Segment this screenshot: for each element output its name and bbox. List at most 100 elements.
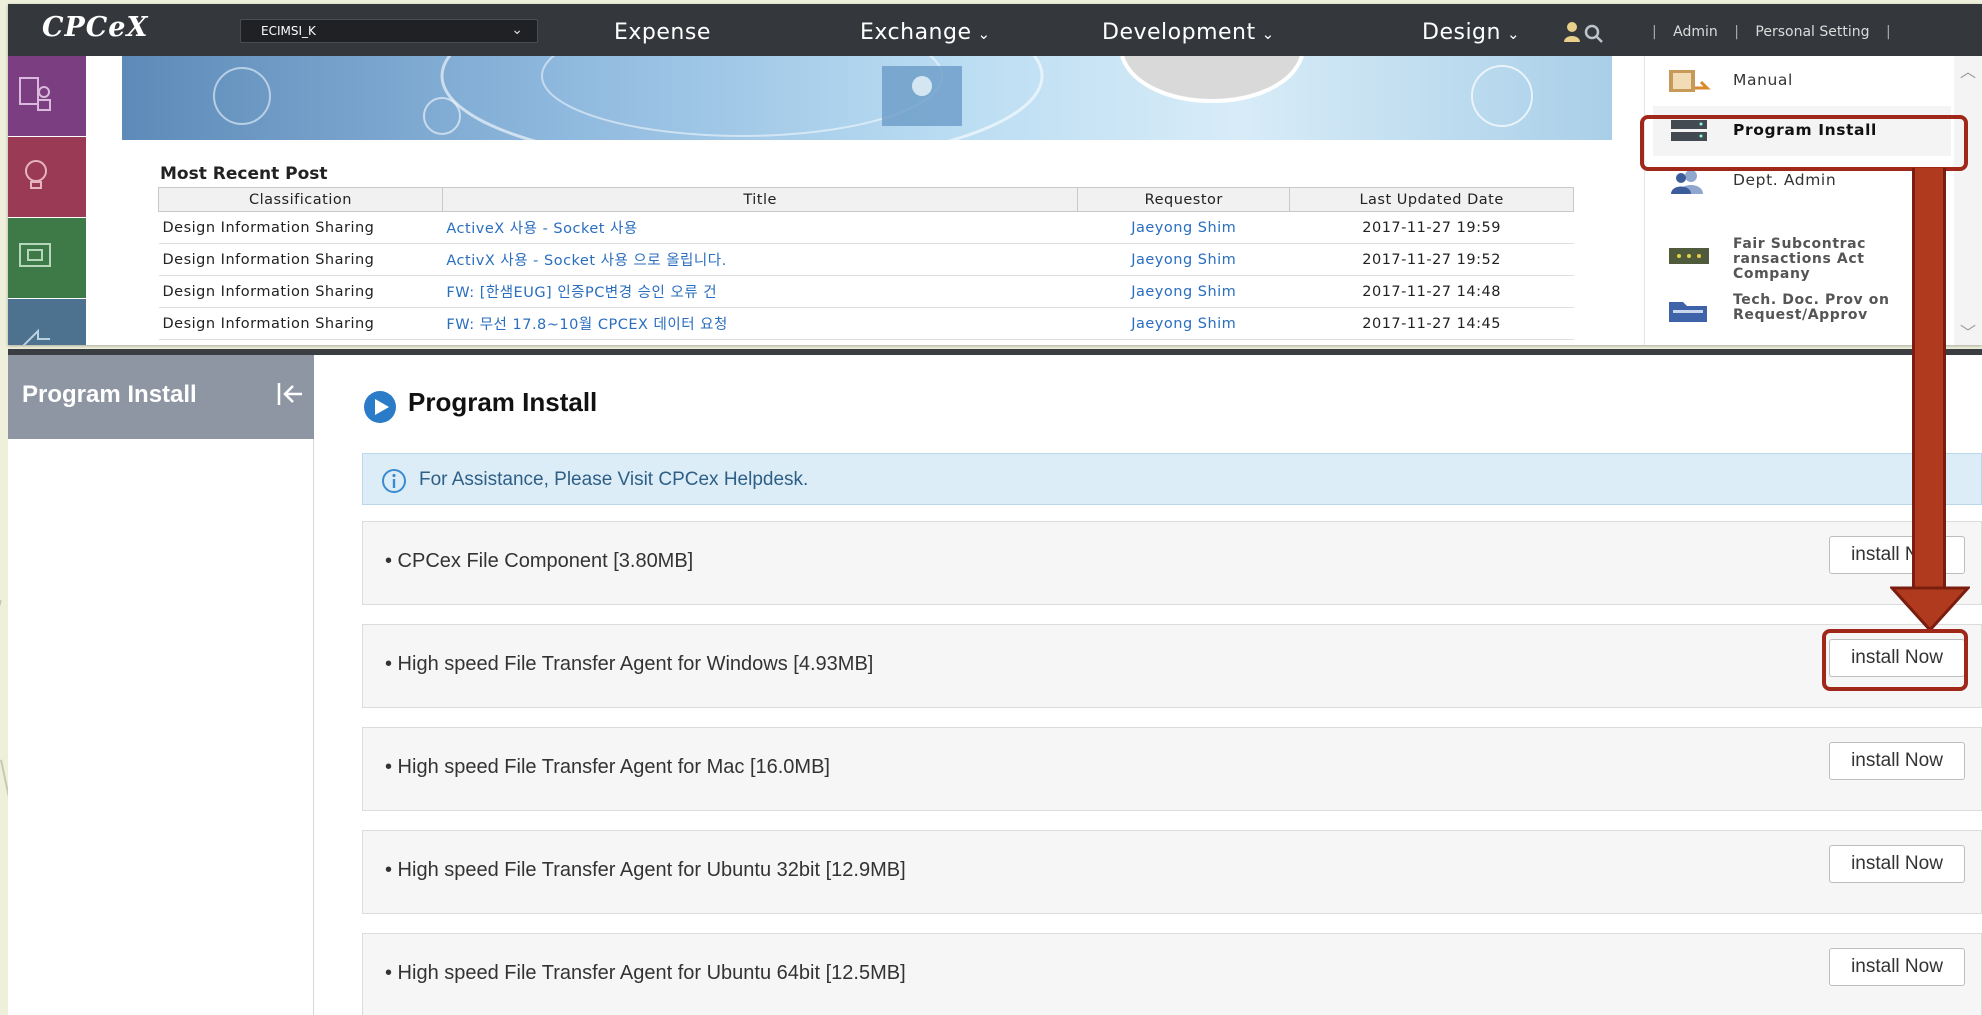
post-classification: Design Information Sharing bbox=[158, 211, 443, 244]
post-requestor[interactable]: Jaeyong Shim bbox=[1077, 275, 1290, 308]
nav-menu-label: Exchange bbox=[860, 20, 972, 45]
post-date: 2017-11-27 19:52 bbox=[1289, 243, 1574, 276]
nav-menu-label: Expense bbox=[614, 20, 711, 45]
sidebar-title: Program Install bbox=[22, 381, 197, 408]
list-item: • High speed File Transfer Agent for Ubu… bbox=[362, 830, 1982, 914]
right-menu-scrollbar[interactable]: ︿ ﹀ bbox=[1954, 56, 1982, 345]
divider: | bbox=[1652, 24, 1657, 40]
portal-home-screenshot: CPCeX ECIMSI_K ⌄ Expense Exchange ⌄ Devel… bbox=[8, 4, 1982, 345]
list-item: • High speed File Transfer Agent for Win… bbox=[362, 624, 1982, 708]
annotation-arrow-shaft bbox=[1912, 168, 1946, 589]
left-sidebar: Program Install bbox=[8, 355, 314, 1015]
board-icon bbox=[1667, 242, 1711, 272]
install-now-button[interactable]: install Now bbox=[1829, 742, 1965, 780]
post-title-link[interactable]: FW: 무선 17.8~10월 CPCEX 데이터 요청 bbox=[442, 307, 1078, 340]
program-name: • High speed File Transfer Agent for Ubu… bbox=[385, 962, 906, 984]
circle-arrow-icon bbox=[362, 389, 398, 429]
annotation-arrow-head-icon bbox=[1890, 586, 1970, 632]
globe-banner-image bbox=[122, 56, 1612, 140]
quick-link-tile-documents[interactable] bbox=[8, 56, 86, 136]
right-menu-label: Dept. Admin bbox=[1733, 171, 1837, 189]
post-classification: Design Information Sharing bbox=[158, 243, 443, 276]
recent-post-table: Classification Title Requestor Last Upda… bbox=[158, 187, 1574, 340]
program-name: • CPCex File Component [3.80MB] bbox=[385, 550, 694, 572]
nav-menu-label: Design bbox=[1422, 20, 1501, 45]
table-row[interactable]: Design Information Sharing FW: 무선 17.8~1… bbox=[158, 307, 1574, 340]
helpdesk-info-text: For Assistance, Please Visit CPCex Helpd… bbox=[419, 469, 809, 490]
table-row[interactable]: Design Information Sharing ActivX 사용 - S… bbox=[158, 243, 1574, 276]
divider: | bbox=[1885, 24, 1891, 40]
quick-link-tile-messages[interactable] bbox=[8, 218, 86, 298]
chevron-down-icon: ⌄ bbox=[1506, 25, 1521, 43]
company-select[interactable]: ECIMSI_K ⌄ bbox=[240, 19, 538, 43]
column-header-title: Title bbox=[441, 187, 1079, 212]
nav-menu-label: Development bbox=[1102, 20, 1256, 45]
program-name: • High speed File Transfer Agent for Mac… bbox=[385, 756, 830, 778]
post-classification: Design Information Sharing bbox=[158, 275, 443, 308]
post-classification: Design Information Sharing bbox=[158, 307, 443, 340]
chevron-down-icon: ⌄ bbox=[1261, 25, 1275, 43]
cpcex-logo[interactable]: CPCeX bbox=[42, 12, 148, 43]
quick-link-tile-ideas[interactable] bbox=[8, 137, 86, 217]
most-recent-post-heading: Most Recent Post bbox=[160, 164, 328, 184]
right-menu-item-manual[interactable]: Manual bbox=[1653, 56, 1951, 106]
personal-setting-link[interactable]: Personal Setting bbox=[1755, 24, 1869, 40]
right-menu-label: Fair Subcontrac ransactions Act Company bbox=[1733, 236, 1867, 282]
admin-link[interactable]: Admin bbox=[1673, 24, 1718, 40]
chevron-down-icon: ⌄ bbox=[977, 25, 991, 43]
nav-menu-development[interactable]: Development ⌄ bbox=[1102, 20, 1275, 45]
nav-menu-exchange[interactable]: Exchange ⌄ bbox=[860, 20, 991, 45]
post-title-link[interactable]: ActivX 사용 - Socket 사용 으로 올립니다. bbox=[442, 243, 1078, 276]
quick-link-tile-share[interactable] bbox=[8, 299, 86, 345]
document-user-icon bbox=[19, 77, 51, 111]
table-header-row: Classification Title Requestor Last Upda… bbox=[158, 187, 1574, 212]
info-icon bbox=[381, 468, 407, 498]
page-title: Program Install bbox=[408, 387, 598, 417]
scroll-up-icon[interactable]: ︿ bbox=[1960, 58, 1976, 82]
table-row[interactable]: Design Information Sharing ActiveX 사용 - … bbox=[158, 211, 1574, 244]
post-requestor[interactable]: Jaeyong Shim bbox=[1077, 307, 1290, 340]
top-right-links: | Admin | Personal Setting | bbox=[1640, 24, 1903, 40]
right-menu-item-fair-subcontract[interactable]: Fair Subcontrac ransactions Act Company bbox=[1653, 230, 1951, 282]
background-decor-line bbox=[0, 600, 2, 772]
list-item: • High speed File Transfer Agent for Ubu… bbox=[362, 933, 1982, 1015]
inbox-icon bbox=[19, 243, 51, 267]
helpdesk-info-bar: For Assistance, Please Visit CPCex Helpd… bbox=[362, 453, 1982, 505]
list-item: • High speed File Transfer Agent for Mac… bbox=[362, 727, 1982, 811]
right-menu-label: Tech. Doc. Prov on Request/Approv bbox=[1733, 292, 1890, 323]
sidebar-header: Program Install bbox=[8, 355, 314, 439]
right-menu-item-tech-doc[interactable]: Tech. Doc. Prov on Request/Approv bbox=[1653, 286, 1951, 336]
post-title-link[interactable]: FW: [한샘EUG] 인증PC변경 승인 오류 건 bbox=[442, 275, 1078, 308]
program-name: • High speed File Transfer Agent for Ubu… bbox=[385, 859, 906, 881]
share-arrow-icon bbox=[22, 328, 50, 345]
program-install-page-screenshot: Program Install Program Install For Assi… bbox=[8, 349, 1982, 1015]
post-title-link[interactable]: ActiveX 사용 - Socket 사용 bbox=[442, 211, 1078, 244]
top-navigation-bar: CPCeX ECIMSI_K ⌄ Expense Exchange ⌄ Devel… bbox=[8, 4, 1982, 56]
collapse-sidebar-icon[interactable] bbox=[276, 381, 304, 411]
right-menu-label: Manual bbox=[1733, 71, 1793, 89]
post-date: 2017-11-27 14:45 bbox=[1289, 307, 1574, 340]
post-date: 2017-11-27 19:59 bbox=[1289, 211, 1574, 244]
install-now-button[interactable]: install Now bbox=[1829, 845, 1965, 883]
column-header-classification: Classification bbox=[158, 187, 443, 212]
nav-menu-design[interactable]: Design ⌄ bbox=[1422, 20, 1520, 45]
divider: | bbox=[1734, 24, 1739, 40]
post-requestor[interactable]: Jaeyong Shim bbox=[1077, 211, 1290, 244]
user-search-icon[interactable] bbox=[1562, 20, 1606, 48]
install-now-highlight-box bbox=[1822, 629, 1968, 691]
users-icon bbox=[1667, 168, 1711, 198]
company-select-value: ECIMSI_K bbox=[261, 24, 316, 38]
nav-menu-expense[interactable]: Expense bbox=[614, 20, 711, 45]
list-item: • CPCex File Component [3.80MB] install … bbox=[362, 521, 1982, 605]
post-requestor[interactable]: Jaeyong Shim bbox=[1077, 243, 1290, 276]
scroll-down-icon[interactable]: ﹀ bbox=[1960, 319, 1976, 343]
column-header-requestor: Requestor bbox=[1077, 187, 1291, 212]
manual-icon bbox=[1667, 68, 1711, 98]
folder-icon bbox=[1667, 298, 1711, 328]
post-date: 2017-11-27 14:48 bbox=[1289, 275, 1574, 308]
install-now-button[interactable]: install Now bbox=[1829, 948, 1965, 986]
program-name: • High speed File Transfer Agent for Win… bbox=[385, 653, 874, 675]
table-row[interactable]: Design Information Sharing FW: [한샘EUG] 인… bbox=[158, 275, 1574, 308]
lightbulb-icon bbox=[25, 160, 47, 189]
quick-link-strip bbox=[8, 56, 86, 345]
